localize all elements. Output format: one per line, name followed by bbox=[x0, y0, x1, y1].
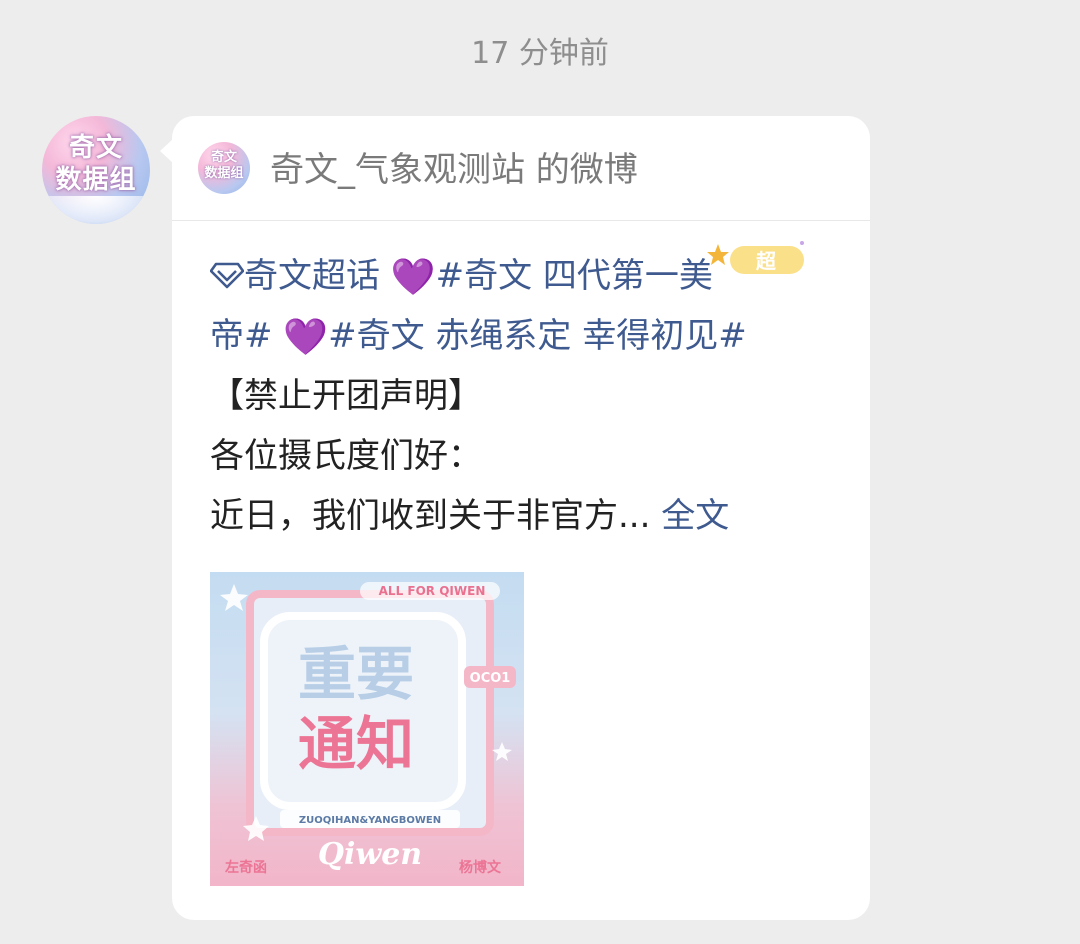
post-line-1: 奇文超话 💜#奇文 四代第一美 bbox=[210, 246, 840, 306]
message-timestamp: 17 分钟前 bbox=[471, 36, 609, 71]
hashtag-link-continued[interactable]: 帝# bbox=[210, 316, 273, 356]
image-title-line1: 重要 bbox=[298, 640, 414, 708]
source-avatar: 奇文 数据组 bbox=[198, 142, 250, 194]
avatar-text: 奇文 数据组 bbox=[55, 133, 137, 195]
post-excerpt: 近日，我们收到关于非官方... bbox=[210, 496, 651, 536]
card-header[interactable]: 奇文 数据组 奇文_气象观测站 的微博 bbox=[172, 116, 870, 221]
hashtag-link[interactable]: #奇文 四代第一美 bbox=[436, 256, 713, 296]
post-line-5: 近日，我们收到关于非官方... 全文 bbox=[210, 486, 840, 546]
supertopic-link[interactable]: 奇文超话 bbox=[244, 256, 380, 296]
image-bottom-right: 杨博文 bbox=[459, 859, 502, 876]
image-title-line2: 通知 bbox=[298, 710, 414, 778]
purple-heart-emoji: 💜 bbox=[283, 317, 329, 358]
post-image[interactable]: ALL FOR QIWEN 重要 通知 OCO1 ZUOQIHAN&YANGBO… bbox=[210, 572, 524, 886]
post-content: 奇文超话 💜#奇文 四代第一美 帝# 💜#奇文 赤绳系定 幸得初见# 【禁止开团… bbox=[210, 246, 840, 546]
hashtag-link[interactable]: #奇文 赤绳系定 幸得初见# bbox=[328, 316, 747, 356]
weibo-share-card[interactable]: 奇文 数据组 奇文_气象观测站 的微博 超 奇文超话 💜#奇文 四代第一美 帝#… bbox=[172, 116, 870, 920]
diamond-icon bbox=[210, 262, 244, 289]
image-bottom-left: 左奇函 bbox=[224, 859, 267, 876]
post-line-4: 各位摄氏度们好： bbox=[210, 436, 482, 476]
purple-heart-emoji: 💜 bbox=[390, 257, 436, 298]
image-top-label: ALL FOR QIWEN bbox=[379, 584, 486, 598]
image-sub-label: ZUOQIHAN&YANGBOWEN bbox=[299, 815, 441, 826]
source-name: 奇文_气象观测站 的微博 bbox=[270, 150, 638, 190]
image-script-text: Qiwen bbox=[318, 837, 422, 872]
image-side-tag: OCO1 bbox=[470, 671, 511, 686]
full-text-link[interactable]: 全文 bbox=[661, 496, 729, 536]
avatar-cloud-decoration bbox=[42, 196, 150, 224]
sender-avatar[interactable]: 奇文 数据组 bbox=[42, 116, 150, 224]
post-line-2: 帝# 💜#奇文 赤绳系定 幸得初见# bbox=[210, 306, 840, 366]
post-line-3: 【禁止开团声明】 bbox=[210, 376, 482, 416]
